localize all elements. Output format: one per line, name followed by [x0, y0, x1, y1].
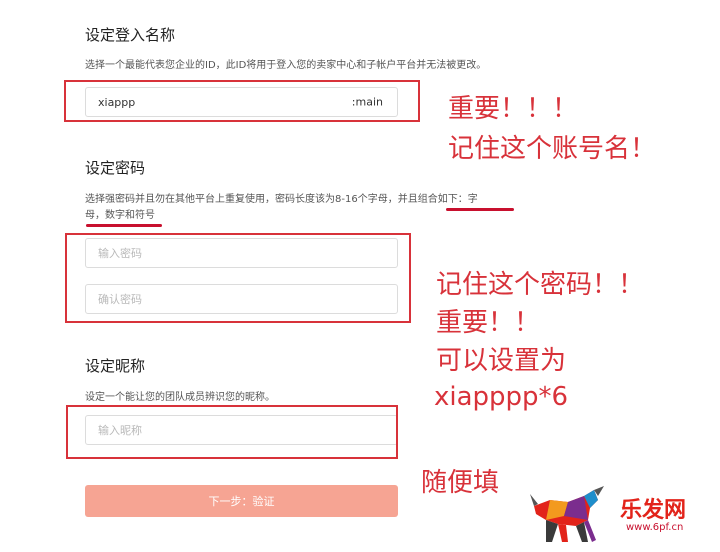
password-highlight-box — [65, 233, 411, 323]
login-name-heading: 设定登入名称 — [85, 26, 176, 44]
login-name-description: 选择一个最能代表您企业的ID，此ID将用于登入您的卖家中心和子帐户平台并无法被更… — [85, 60, 487, 71]
password-underline-left — [86, 224, 162, 227]
password-underline-right — [446, 208, 514, 211]
brand-logo-url: www.6pf.cn — [626, 522, 684, 533]
password-note-line4: xiapppp*6 — [434, 382, 569, 412]
nickname-heading: 设定昵称 — [85, 357, 146, 375]
next-verify-button[interactable]: 下一步：验证 — [85, 485, 398, 517]
nickname-description: 设定一个能让您的团队成员辨识您的昵称。 — [85, 392, 275, 403]
nickname-note: 随便填 — [421, 468, 500, 498]
login-note-line1: 重要！！！ — [448, 94, 579, 124]
password-note-line2: 重要！！ — [436, 308, 541, 338]
password-note-line1: 记住这个密码！！ — [436, 270, 645, 300]
bull-logo-icon — [530, 486, 604, 542]
brand-logo-text: 乐发网 — [620, 497, 687, 523]
nickname-highlight-box — [66, 405, 398, 459]
password-description-line2: 母，数字和符号 — [85, 210, 155, 221]
login-highlight-box — [64, 80, 420, 122]
password-description-line1: 选择强密码并且勿在其他平台上重复使用，密码长度该为8-16个字母，并且组合如下：… — [85, 194, 478, 205]
password-heading: 设定密码 — [85, 159, 146, 177]
login-note-line2: 记住这个账号名！ — [448, 134, 657, 164]
password-note-line3: 可以设置为 — [436, 346, 567, 376]
